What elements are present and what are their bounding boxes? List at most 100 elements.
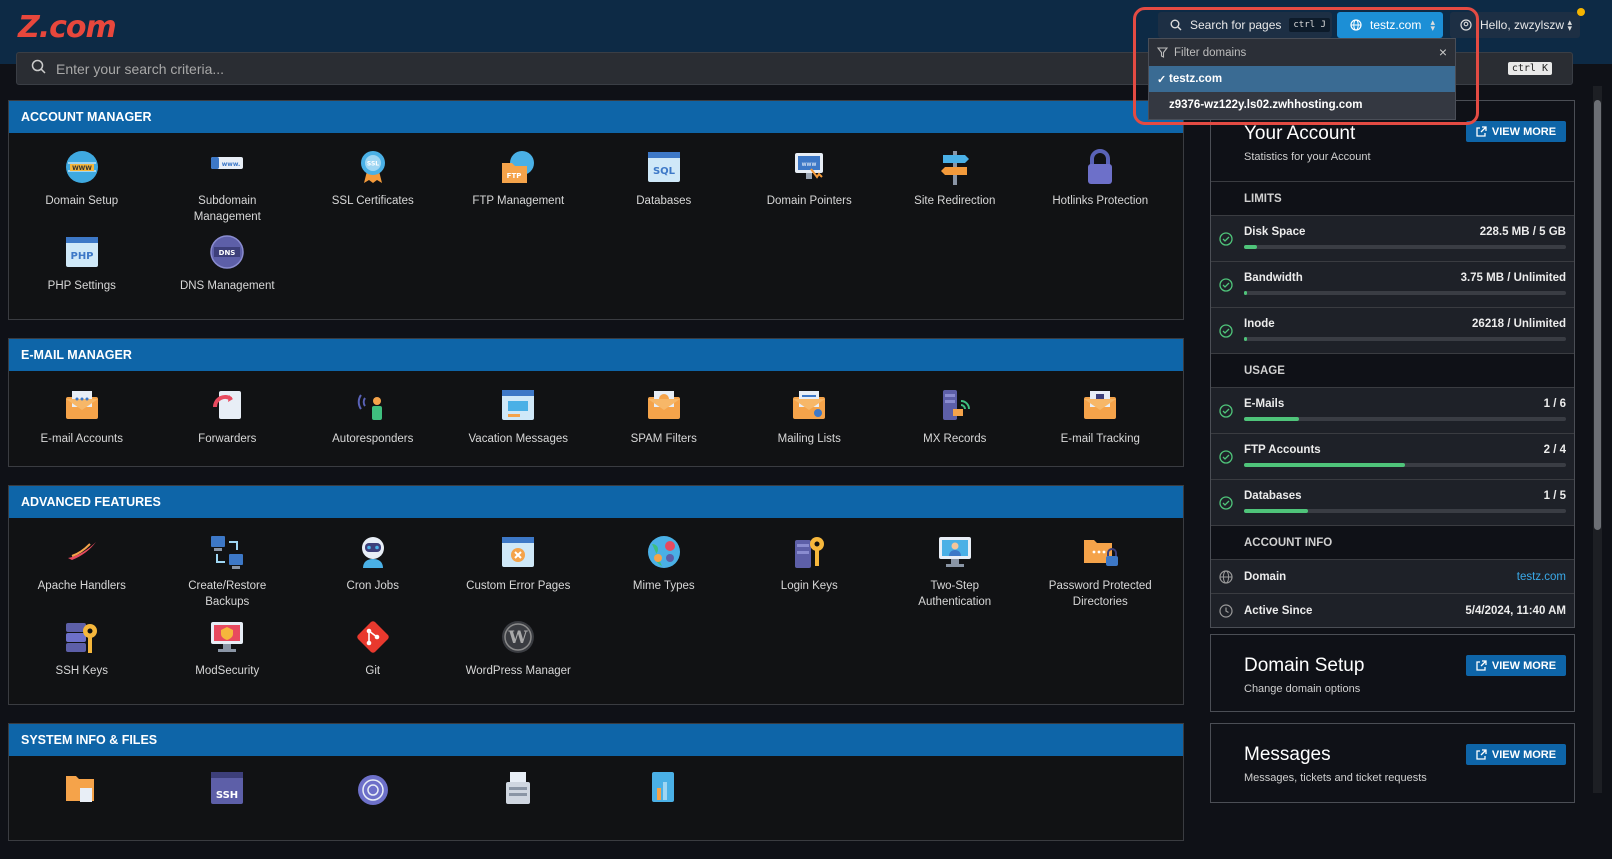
padlock-icon [1088, 149, 1113, 184]
tile-tor[interactable] [300, 764, 446, 834]
stats-doc-icon [651, 772, 674, 802]
check-circle-icon [1219, 232, 1233, 246]
tile-modsecurity[interactable]: ModSecurity [155, 613, 301, 698]
domain-link[interactable]: testz.com [1517, 571, 1566, 583]
limit-row: Bandwidth 3.75 MB / Unlimited [1211, 261, 1574, 307]
php-icon: PHP [65, 237, 98, 267]
dns-globe-icon: DNS [210, 235, 244, 269]
info-row-domain: Domain testz.com [1211, 559, 1574, 593]
globe-icon [1350, 19, 1362, 31]
panel-system-info-files: SYSTEM INFO & FILES SSH [8, 723, 1184, 841]
backup-icon [211, 536, 244, 569]
usage-bar [1244, 245, 1566, 249]
printer-server-icon [506, 772, 531, 804]
tile-mailing-lists[interactable]: Mailing Lists [737, 381, 883, 466]
tile-mime-types[interactable]: Mime Types [591, 528, 737, 613]
locked-folder-icon [1084, 540, 1119, 566]
svg-text:SSL: SSL [367, 161, 379, 168]
scrollbar-thumb[interactable] [1594, 100, 1601, 530]
signpost-icon [940, 151, 969, 185]
tile-statistics[interactable] [591, 764, 737, 834]
svg-text:FTP: FTP [507, 172, 522, 180]
tile-cron-jobs[interactable]: Cron Jobs [300, 528, 446, 613]
mail-list-icon [793, 391, 826, 419]
tile-login-keys[interactable]: Login Keys [737, 528, 883, 613]
svg-text:DNS: DNS [219, 249, 236, 257]
tile-ftp-management[interactable]: FTP FTP Management [446, 143, 592, 228]
svg-text:SQL: SQL [653, 166, 676, 177]
check-circle-icon [1219, 324, 1233, 338]
tile-vacation-messages[interactable]: Vacation Messages [446, 381, 592, 466]
check-icon: ✓ [1157, 73, 1167, 86]
card-subtitle: Messages, tickets and ticket requests [1244, 772, 1427, 784]
shortcut-hint: ctrl J [1289, 18, 1330, 32]
tile-ssl-certificates[interactable]: SSL SSL Certificates [300, 143, 446, 228]
tile-two-step-authentication[interactable]: Two-Step Authentication [882, 528, 1028, 613]
info-row-active-since: Active Since 5/4/2024, 11:40 AM [1211, 593, 1574, 627]
view-more-button[interactable]: VIEW MORE [1466, 655, 1566, 676]
tile-server-info[interactable] [446, 764, 592, 834]
tile-file-manager[interactable] [9, 764, 155, 834]
tile-dns-management[interactable]: DNS DNS Management [155, 228, 301, 313]
tile-domain-setup[interactable]: WWW Domain Setup [9, 143, 155, 228]
mime-globe-icon [647, 536, 680, 568]
view-more-button[interactable]: VIEW MORE [1466, 121, 1566, 142]
tile-subdomain-management[interactable]: www. Subdomain Management [155, 143, 301, 228]
card-subtitle: Change domain options [1244, 683, 1361, 695]
usage-row: E-Mails 1 / 6 [1211, 387, 1574, 433]
tile-databases[interactable]: SQL Databases [591, 143, 737, 228]
filter-icon [1157, 47, 1168, 58]
page-search-button[interactable]: Search for pages ctrl J [1158, 12, 1332, 38]
tile-create-restore-backups[interactable]: Create/Restore Backups [155, 528, 301, 613]
spam-envelope-icon [647, 391, 680, 419]
svg-text:www: www [802, 161, 817, 168]
chevron-updown-icon: ▴ ▾ [1567, 17, 1572, 33]
tile-autoresponders[interactable]: Autoresponders [300, 381, 446, 466]
check-circle-icon [1219, 496, 1233, 510]
mail-tracking-icon [1084, 391, 1117, 419]
panel-title: SYSTEM INFO & FILES [9, 724, 1183, 756]
tile-git[interactable]: Git [300, 613, 446, 698]
two-step-icon [938, 537, 971, 567]
limits-heading: LIMITS [1211, 181, 1574, 215]
ssh-key-icon [65, 623, 97, 653]
search-icon [31, 59, 46, 79]
svg-text:SSH: SSH [216, 790, 238, 801]
usage-heading: USAGE [1211, 353, 1574, 387]
tile-email-accounts[interactable]: E-mail Accounts [9, 381, 155, 466]
close-icon[interactable]: × [1439, 44, 1447, 60]
tile-ssh[interactable]: SSH [155, 764, 301, 834]
shortcut-hint: ctrl K [1507, 62, 1552, 75]
tile-forwarders[interactable]: Forwarders [155, 381, 301, 466]
domain-option[interactable]: z9376-wz122y.ls02.zwhhosting.com [1149, 92, 1455, 118]
ssl-badge-icon: SSL [360, 151, 385, 183]
wordpress-icon: W [502, 621, 535, 653]
tile-domain-pointers[interactable]: www Domain Pointers [737, 143, 883, 228]
tile-php-settings[interactable]: PHP PHP Settings [9, 228, 155, 313]
view-more-button[interactable]: VIEW MORE [1466, 744, 1566, 765]
domain-filter-input[interactable] [1174, 46, 1414, 59]
domain-selector[interactable]: testz.com ▴ ▾ [1337, 12, 1443, 38]
svg-text:WWW: WWW [72, 165, 92, 172]
user-icon [1460, 19, 1472, 31]
panel-title: E-MAIL MANAGER [9, 339, 1183, 371]
tile-ssh-keys[interactable]: SSH Keys [9, 613, 155, 698]
domain-option[interactable]: ✓ testz.com [1149, 66, 1455, 92]
tile-apache-handlers[interactable]: Apache Handlers [9, 528, 155, 613]
message-window-icon [502, 390, 535, 420]
login-key-icon [795, 537, 825, 568]
tile-mx-records[interactable]: MX Records [882, 381, 1028, 466]
domain-setup-card: Domain Setup Change domain options VIEW … [1210, 634, 1575, 712]
tile-email-tracking[interactable]: E-mail Tracking [1028, 381, 1174, 466]
tile-spam-filters[interactable]: SPAM Filters [591, 381, 737, 466]
tile-password-protected-directories[interactable]: Password Protected Directories [1028, 528, 1174, 613]
tile-wordpress-manager[interactable]: W WordPress Manager [446, 613, 592, 698]
logo[interactable]: Z.com [18, 10, 117, 45]
mx-server-icon [942, 390, 970, 420]
tile-hotlinks-protection[interactable]: Hotlinks Protection [1028, 143, 1174, 228]
check-circle-icon [1219, 450, 1233, 464]
external-link-icon [1476, 749, 1487, 760]
tile-site-redirection[interactable]: Site Redirection [882, 143, 1028, 228]
tile-custom-error-pages[interactable]: Custom Error Pages [446, 528, 592, 613]
user-menu[interactable]: Hello, zwzylszw ▴ ▾ [1450, 12, 1580, 38]
